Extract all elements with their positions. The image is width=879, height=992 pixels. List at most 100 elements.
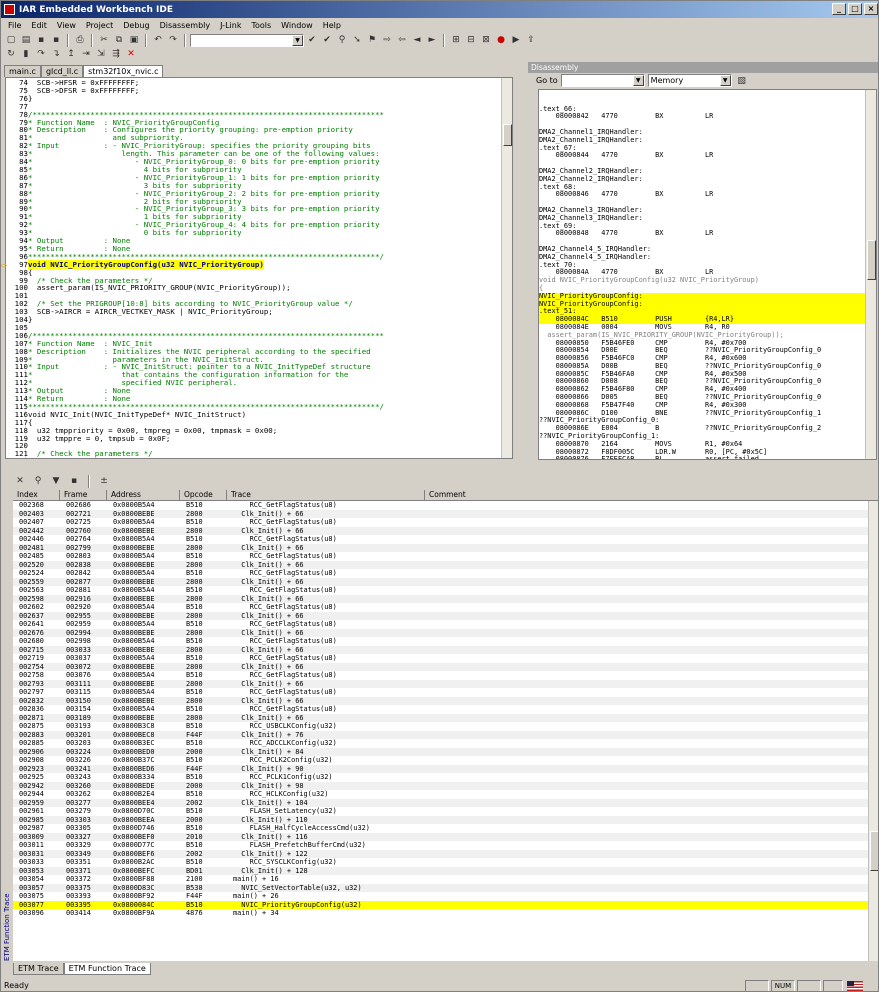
trace-row[interactable]: 002368 002686 0x0800B5A4 B510 RCC_GetFlagSt… bbox=[13, 501, 878, 510]
trace-row[interactable]: 002906 003224 0x0800BED0 2000 Clk_Init() + … bbox=[13, 747, 878, 756]
tab-stm32f10x-nvic-c[interactable]: stm32f10x_nvic.c bbox=[83, 65, 164, 77]
go-icon[interactable]: ⇶ bbox=[109, 47, 123, 61]
disassembly-row[interactable]: NVIC_PriorityGroupConfig: bbox=[539, 300, 876, 309]
find-icon[interactable]: ⚲ bbox=[335, 33, 349, 47]
trace-row[interactable]: 002442 002760 0x0800BEBE 2800 Clk_Init() + … bbox=[13, 526, 878, 535]
code-line[interactable]: 121 /* Check the parameters */ bbox=[15, 450, 512, 458]
menu-tools[interactable]: Tools bbox=[246, 21, 276, 30]
trace-row[interactable]: 003057 003375 0x0800D83C B538 NVIC_SetVecto… bbox=[13, 883, 878, 892]
column-trace[interactable]: Trace bbox=[227, 490, 425, 501]
scrollbar-thumb[interactable] bbox=[867, 240, 876, 280]
find-combo[interactable]: ▼ bbox=[190, 33, 304, 47]
trace-row[interactable]: 002961 003279 0x0800D70C B510 FLASH_SetLate… bbox=[13, 807, 878, 816]
disassembly-row[interactable]: DMA2_Channel4_5_IRQHandler: bbox=[539, 253, 876, 262]
trace-scrollbar[interactable] bbox=[868, 501, 878, 961]
trace-row[interactable]: 002836 003154 0x0800B5A4 B510 RCC_GetFlagSt… bbox=[13, 705, 878, 714]
trace-row[interactable]: 002676 002994 0x0800BEBE 2800 Clk_Init() + … bbox=[13, 628, 878, 637]
tab-main-c[interactable]: main.c bbox=[4, 65, 41, 77]
trace-row[interactable]: 002602 002920 0x0800B5A4 B510 RCC_GetFlagSt… bbox=[13, 603, 878, 612]
disassembly-row[interactable]: void NVIC_PriorityGroupConfig(u32 NVIC_P… bbox=[539, 276, 876, 285]
function-trace-table[interactable]: 002368 002686 0x0800B5A4 B510 RCC_GetFlagSt… bbox=[13, 501, 878, 961]
trace-row[interactable]: 002754 003072 0x0800BEBE 2800 Clk_Init() + … bbox=[13, 662, 878, 671]
trace-row[interactable]: 002925 003243 0x0800B334 B510 RCC_PCLK1Conf… bbox=[13, 773, 878, 782]
trace-row[interactable]: 003031 003349 0x0800BEF6 2002 Clk_Init() + … bbox=[13, 849, 878, 858]
menu-debug[interactable]: Debug bbox=[118, 21, 154, 30]
stop-debugging-icon[interactable]: ✕ bbox=[124, 47, 138, 61]
menu-file[interactable]: File bbox=[3, 21, 26, 30]
column-index[interactable]: Index bbox=[13, 490, 60, 501]
disassembly-row[interactable]: 08000846 4770 BX LR bbox=[539, 191, 876, 199]
step-into-icon[interactable]: ↴ bbox=[49, 47, 63, 61]
scrollbar-thumb[interactable] bbox=[870, 831, 878, 871]
disassembly-row[interactable]: DMA2_Channel1_IRQHandler: bbox=[539, 136, 876, 145]
trace-row[interactable]: 002524 002842 0x0800B5A4 B510 RCC_GetFlagSt… bbox=[13, 569, 878, 578]
chevron-down-icon[interactable]: ▼ bbox=[292, 34, 303, 46]
trace-row[interactable]: 003075 003393 0x0800BF92 F44F main() + 26 bbox=[13, 892, 878, 901]
save-icon[interactable]: ▪ bbox=[34, 33, 48, 47]
chevron-down-icon[interactable]: ▼ bbox=[632, 75, 644, 86]
code-line[interactable]: 116void NVIC_Init(NVIC_InitTypeDef* NVIC… bbox=[15, 410, 512, 419]
trace-row[interactable]: 003009 003327 0x0800BEF0 2010 Clk_Init() + … bbox=[13, 832, 878, 841]
trace-row[interactable]: 003053 003371 0x0800BEFC BD01 Clk_Init() + … bbox=[13, 866, 878, 875]
toggle-source-icon[interactable]: ± bbox=[97, 474, 111, 488]
go-to-icon[interactable]: ➘ bbox=[350, 33, 364, 47]
reset-icon[interactable]: ↻ bbox=[4, 47, 18, 61]
menu-disassembly[interactable]: Disassembly bbox=[155, 21, 216, 30]
save-trace-icon[interactable]: ▪ bbox=[67, 474, 81, 488]
code-line[interactable]: 97void NVIC_PriorityGroupConfig(u32 NVIC… bbox=[19, 259, 512, 269]
find-prev-icon[interactable]: ✔ bbox=[320, 33, 334, 47]
print-icon[interactable]: ⎙ bbox=[73, 33, 87, 47]
trace-row[interactable]: 002485 002803 0x0800B5A4 B510 RCC_GetFlagSt… bbox=[13, 552, 878, 561]
trace-row[interactable]: 002407 002725 0x0800B5A4 B510 RCC_GetFlagSt… bbox=[13, 518, 878, 527]
trace-row[interactable]: 002641 002959 0x0800B5A4 B510 RCC_GetFlagSt… bbox=[13, 620, 878, 629]
disassembly-row[interactable]: 08000844 4770 BX LR bbox=[539, 152, 876, 160]
editor-vertical-scrollbar[interactable] bbox=[501, 78, 512, 458]
code-line[interactable]: 119 u32 tmppre = 0, tmpsub = 0x0F; bbox=[15, 434, 512, 443]
open-file-icon[interactable]: ▤ bbox=[19, 33, 33, 47]
trace-row[interactable]: 003054 003372 0x0800BF88 2100 main() + 16 bbox=[13, 875, 878, 884]
step-over-icon[interactable]: ↷ bbox=[34, 47, 48, 61]
trace-row[interactable]: 003096 003414 0x0800BF9A 4876 main() + 34 bbox=[13, 909, 878, 918]
code-line[interactable]: 100 assert_param(IS_NVIC_PRIORITY_GROUP(… bbox=[15, 284, 512, 292]
trace-row[interactable]: 002719 003037 0x0800B5A4 B510 RCC_GetFlagSt… bbox=[13, 654, 878, 663]
run-to-cursor-icon[interactable]: ⇲ bbox=[94, 47, 108, 61]
code-line[interactable]: 75 SCB->DFSR = 0xFFFFFFFF; bbox=[19, 86, 512, 95]
trace-row[interactable]: 002797 003115 0x0800B5A4 B510 RCC_GetFlagSt… bbox=[13, 688, 878, 697]
trace-row[interactable]: 002563 002881 0x0800B5A4 B510 RCC_GetFlagSt… bbox=[13, 586, 878, 595]
breakpoint-icon[interactable]: ● bbox=[494, 33, 508, 47]
column-opcode[interactable]: Opcode bbox=[180, 490, 227, 501]
trace-row[interactable]: 002446 002764 0x0800B5A4 B510 RCC_GetFlagSt… bbox=[13, 535, 878, 544]
tab-etm-trace[interactable]: ETM Trace bbox=[13, 963, 64, 975]
trace-row[interactable]: 002871 003189 0x0800BEBE 2800 Clk_Init() + … bbox=[13, 713, 878, 722]
navigate-back-icon[interactable]: ◄ bbox=[410, 33, 424, 47]
trace-row[interactable]: 002832 003150 0x0800BEBE 2800 Clk_Init() + … bbox=[13, 696, 878, 705]
disassembly-view[interactable]: .text_66: 08000842 4770 BX LR DMA2_Channe… bbox=[538, 89, 877, 460]
compile-icon[interactable]: ⊞ bbox=[449, 33, 463, 47]
trace-row[interactable]: 002559 002877 0x0800BEBE 2800 Clk_Init() + … bbox=[13, 577, 878, 586]
source-editor[interactable]: 74 SCB->HFSR = 0xFFFFFFFF; 75 SCB->DFSR =… bbox=[5, 77, 513, 459]
trace-row[interactable]: 002985 003303 0x0800BEEA 2000 Clk_Init() + … bbox=[13, 815, 878, 824]
trace-row[interactable]: 002923 003241 0x0800BED6 F44F Clk_Init() + … bbox=[13, 764, 878, 773]
search-icon[interactable]: ⚲ bbox=[31, 474, 45, 488]
trace-row[interactable]: 002875 003193 0x0800B3C8 B510 RCC_USBCLKCon… bbox=[13, 722, 878, 731]
trace-row[interactable]: 002942 003260 0x0800BEDE 2000 Clk_Init() + … bbox=[13, 781, 878, 790]
maximize-button[interactable]: □ bbox=[848, 3, 862, 15]
chevron-down-icon[interactable]: ▼ bbox=[719, 75, 731, 86]
column-comment[interactable]: Comment bbox=[425, 490, 878, 501]
disassembly-row[interactable]: 08000848 4770 BX LR bbox=[539, 230, 876, 238]
toggle-bookmark-icon[interactable]: ⚑ bbox=[365, 33, 379, 47]
column-address[interactable]: Address bbox=[107, 490, 180, 501]
copy-icon[interactable]: ⧉ bbox=[112, 33, 126, 47]
trace-row[interactable]: 003077 003395 0x0800084C B510 NVIC_Priority… bbox=[13, 900, 878, 909]
goto-combo[interactable]: ▼ bbox=[560, 74, 645, 87]
trace-row[interactable]: 002715 003033 0x0800BEBE 2800 Clk_Init() + … bbox=[13, 645, 878, 654]
debug-icon[interactable]: ▶ bbox=[509, 33, 523, 47]
trace-row[interactable]: 002680 002998 0x0800B5A4 B510 RCC_GetFlagSt… bbox=[13, 637, 878, 646]
trace-row[interactable]: 002403 002721 0x0800BEBE 2800 Clk_Init() + … bbox=[13, 509, 878, 518]
trace-row[interactable]: 002598 002916 0x0800BEBE 2800 Clk_Init() + … bbox=[13, 594, 878, 603]
disassembly-options-icon[interactable]: ▧ bbox=[735, 74, 749, 88]
minimize-button[interactable]: _ bbox=[832, 3, 846, 15]
trace-row[interactable]: 002944 003262 0x0800B2E4 B510 RCC_HCLKConfi… bbox=[13, 790, 878, 799]
close-button[interactable]: × bbox=[864, 3, 878, 15]
disassembly-row[interactable]: DMA2_Channel3_IRQHandler: bbox=[539, 214, 876, 223]
